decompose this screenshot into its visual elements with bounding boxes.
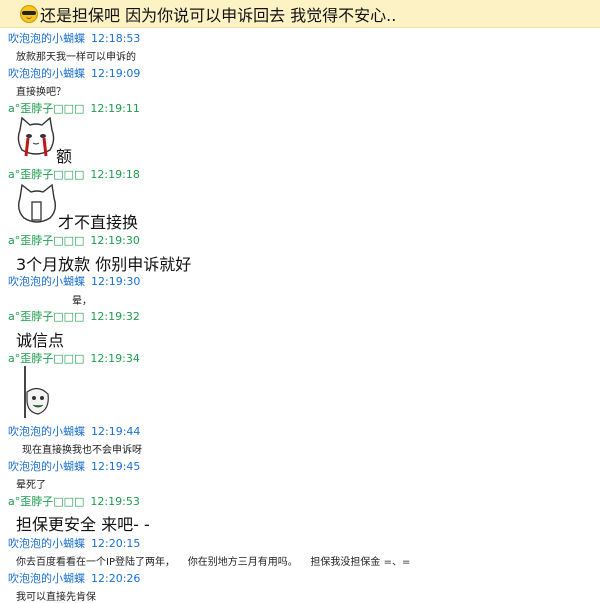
timestamp: 12:19:18 (90, 168, 140, 181)
crying-cat-sticker (17, 116, 55, 157)
sender-name[interactable]: a°歪脖子□□□ (8, 495, 84, 508)
message-header: 吹泡泡的小蝴蝶 12:19:09 (8, 65, 140, 81)
sender-name[interactable]: 吹泡泡的小蝴蝶 (8, 67, 85, 80)
message-text: 担保更安全 来吧- - (16, 515, 150, 534)
message-header: a°歪脖子□□□ 12:19:32 (8, 308, 140, 324)
timestamp: 12:19:44 (91, 425, 141, 438)
peeking-face-sticker (24, 366, 49, 418)
sender-name[interactable]: 吹泡泡的小蝴蝶 (8, 275, 85, 288)
sender-name[interactable]: 吹泡泡的小蝴蝶 (8, 537, 85, 550)
sender-name[interactable]: a°歪脖子□□□ (8, 310, 84, 323)
sender-name[interactable]: 吹泡泡的小蝴蝶 (8, 572, 85, 585)
message-header: 吹泡泡的小蝴蝶 12:18:53 (8, 30, 140, 46)
message-header: a°歪脖子□□□ 12:19:34 (8, 350, 140, 366)
timestamp: 12:19:30 (91, 275, 141, 288)
sender-name[interactable]: a°歪脖子□□□ (8, 352, 84, 365)
message-header: 吹泡泡的小蝴蝶 12:20:15 (8, 535, 140, 551)
message-text: 你去百度看看在一个IP登陆了两年， 你在别地方三月有用吗。 担保我没担保金 =、… (16, 557, 411, 568)
timestamp: 12:19:45 (91, 460, 141, 473)
message-header: 吹泡泡的小蝴蝶 12:19:44 (8, 423, 140, 439)
timestamp: 12:19:32 (90, 310, 140, 323)
message-text: 我可以直接先肯保 (16, 592, 96, 603)
message-text: 3个月放款 你别申诉就好 (16, 255, 192, 274)
message-header: 吹泡泡的小蝴蝶 12:19:45 (8, 458, 140, 474)
sender-name[interactable]: 吹泡泡的小蝴蝶 (8, 425, 85, 438)
message-text: 放款那天我一样可以申诉的 (16, 52, 136, 63)
message-text: 才不直接换 (58, 213, 139, 232)
timestamp: 12:20:15 (91, 537, 141, 550)
message-header: a°歪脖子□□□ 12:19:18 (8, 166, 140, 182)
message-text: 诚信点 (16, 331, 65, 350)
sender-name[interactable]: 吹泡泡的小蝴蝶 (8, 32, 85, 45)
message-text: 晕， (72, 296, 92, 307)
message-text: 晕死了 (16, 480, 46, 491)
sunglasses-emoji-icon (20, 4, 38, 23)
timestamp: 12:19:30 (90, 234, 140, 247)
message-header: a°歪脖子□□□ 12:19:11 (8, 100, 140, 116)
pinned-banner: 还是担保吧 因为你说可以申诉回去 我觉得不安心.. (0, 0, 600, 28)
sender-name[interactable]: a°歪脖子□□□ (8, 234, 84, 247)
message-header: 吹泡泡的小蝴蝶 12:20:26 (8, 570, 140, 586)
timestamp: 12:18:53 (91, 32, 141, 45)
sender-name[interactable]: 吹泡泡的小蝴蝶 (8, 460, 85, 473)
timestamp: 12:19:09 (91, 67, 141, 80)
message-header: 吹泡泡的小蝴蝶 12:19:30 (8, 273, 140, 289)
message-header: a°歪脖子□□□ 12:19:53 (8, 493, 140, 509)
timestamp: 12:19:11 (90, 102, 140, 115)
message-header: a°歪脖子□□□ 12:19:30 (8, 232, 140, 248)
timestamp: 12:19:53 (90, 495, 140, 508)
message-text: 额 (56, 147, 73, 166)
banner-text: 还是担保吧 因为你说可以申诉回去 我觉得不安心.. (40, 5, 397, 25)
timestamp: 12:20:26 (91, 572, 141, 585)
sender-name[interactable]: a°歪脖子□□□ (8, 102, 84, 115)
timestamp: 12:19:34 (90, 352, 140, 365)
shy-cat-sticker (17, 183, 57, 223)
sender-name[interactable]: a°歪脖子□□□ (8, 168, 84, 181)
message-text: 现在直接换我也不会申诉呀 (22, 445, 142, 456)
message-text: 直接换吧？ (16, 87, 66, 98)
